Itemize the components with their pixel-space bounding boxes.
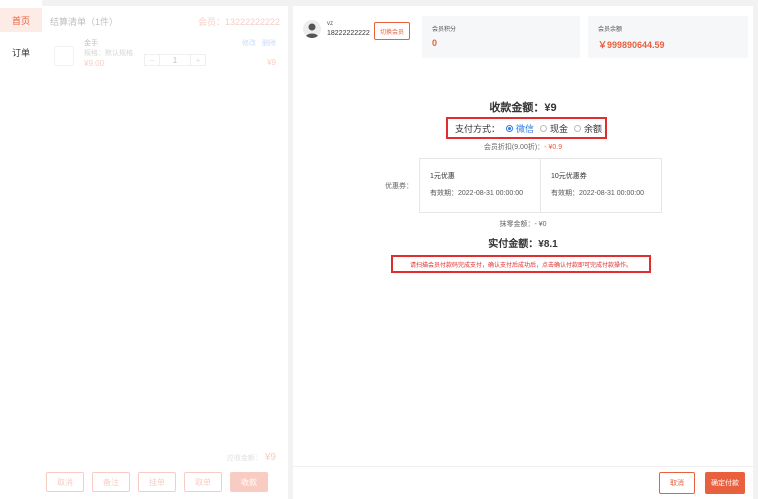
cancel-order-button[interactable]: 取消 <box>46 472 84 492</box>
side-nav: 首页 订单 <box>0 0 42 499</box>
balance-option-label[interactable]: 余额 <box>584 122 602 135</box>
discount-value: - ¥0.9 <box>544 144 563 151</box>
payment-panel: vz 18222222222 切换会员 会员积分 0 会员余额 ￥9998906… <box>293 6 753 499</box>
delete-link[interactable]: 删除 <box>262 40 276 47</box>
nav-item-orders[interactable]: 订单 <box>0 40 42 64</box>
amount-due-label: 应收金额： <box>226 455 262 462</box>
points-value: 0 <box>432 38 438 48</box>
balance-radio[interactable] <box>574 124 582 132</box>
payment-instruction: 请扫描会员付款码完成支付，确认支付后成功后，点击确认付款即可完成付款操作。 <box>391 255 651 273</box>
plus-button[interactable]: + <box>191 55 205 65</box>
discount-label: 会员折扣(9.00折)： <box>483 144 545 151</box>
quantity-value[interactable]: 1 <box>159 55 191 65</box>
payment-method-group: 支付方式： 微信 现金 余额 <box>446 117 607 139</box>
member-name: vz <box>327 21 333 27</box>
actual-amount: 实付金额：¥8.1 <box>488 239 558 250</box>
coupon-card[interactable]: 10元优惠券 有效期：2022-08-31 00:00:00 <box>540 159 661 212</box>
cash-option-label[interactable]: 现金 <box>550 122 568 135</box>
coupon-list: 1元优惠 有效期：2022-08-31 00:00:00 10元优惠券 有效期：… <box>419 158 662 213</box>
product-image-placeholder-icon <box>54 46 74 66</box>
wechat-option-label[interactable]: 微信 <box>516 122 534 135</box>
member-balance-card: 会员余额 ￥999890644.59 <box>588 16 748 58</box>
coupon-label: 优惠券： <box>385 183 413 190</box>
switch-member-button[interactable]: 切换会员 <box>374 22 410 40</box>
cart-member: 会员：13222222222 <box>197 17 280 27</box>
coupon-card[interactable]: 1元优惠 有效期：2022-08-31 00:00:00 <box>420 159 540 212</box>
member-phone: 18222222222 <box>327 30 370 37</box>
member-discount: 会员折扣(9.00折)：- ¥0.9 <box>293 142 753 152</box>
note-button[interactable]: 备注 <box>92 472 130 492</box>
cash-radio[interactable] <box>540 124 548 132</box>
coupon-title: 10元优惠券 <box>551 173 587 180</box>
confirm-payment-button[interactable]: 确定付款 <box>705 472 745 494</box>
cart-title: 结算清单（1件） <box>50 17 119 27</box>
cart-item: 金手 规格：默认规格 ¥9.00 修改 删除 − 1 + ¥9 <box>42 36 288 80</box>
edit-link[interactable]: 修改 <box>242 40 256 47</box>
collect-button[interactable]: 收款 <box>230 472 268 492</box>
coupon-expiry: 有效期：2022-08-31 00:00:00 <box>430 190 523 197</box>
balance-label: 会员余额 <box>598 27 623 33</box>
quantity-stepper[interactable]: − 1 + <box>144 54 206 66</box>
nav-item-home[interactable]: 首页 <box>0 8 42 32</box>
member-points-card: 会员积分 0 <box>422 16 580 58</box>
wipe-amount: 抹零金额：- ¥0 <box>499 221 547 228</box>
payment-method-label: 支付方式： <box>455 123 501 134</box>
minus-button[interactable]: − <box>145 55 159 65</box>
balance-value: ￥999890644.59 <box>598 40 665 50</box>
hold-order-button[interactable]: 挂单 <box>138 472 176 492</box>
product-name: 金手 <box>84 40 98 47</box>
cart-panel: 结算清单（1件） 会员：13222222222 金手 规格：默认规格 ¥9.00… <box>42 6 288 499</box>
collect-amount: 收款金额：¥9 <box>489 102 557 114</box>
avatar <box>303 20 321 38</box>
retrieve-order-button[interactable]: 取单 <box>184 472 222 492</box>
points-label: 会员积分 <box>432 27 457 33</box>
footer-divider <box>293 466 753 467</box>
coupon-title: 1元优惠 <box>430 173 455 180</box>
item-total: ¥9 <box>267 58 276 67</box>
wechat-radio[interactable] <box>506 124 514 132</box>
coupon-expiry: 有效期：2022-08-31 00:00:00 <box>551 190 644 197</box>
amount-due: 应收金额： ¥9 <box>227 452 276 463</box>
amount-due-value: ¥9 <box>264 452 276 463</box>
cart-header: 结算清单（1件） 会员：13222222222 <box>42 6 288 28</box>
product-spec: 规格：默认规格 <box>84 50 133 57</box>
product-price: ¥9.00 <box>84 59 105 68</box>
cancel-button[interactable]: 取消 <box>659 472 695 494</box>
